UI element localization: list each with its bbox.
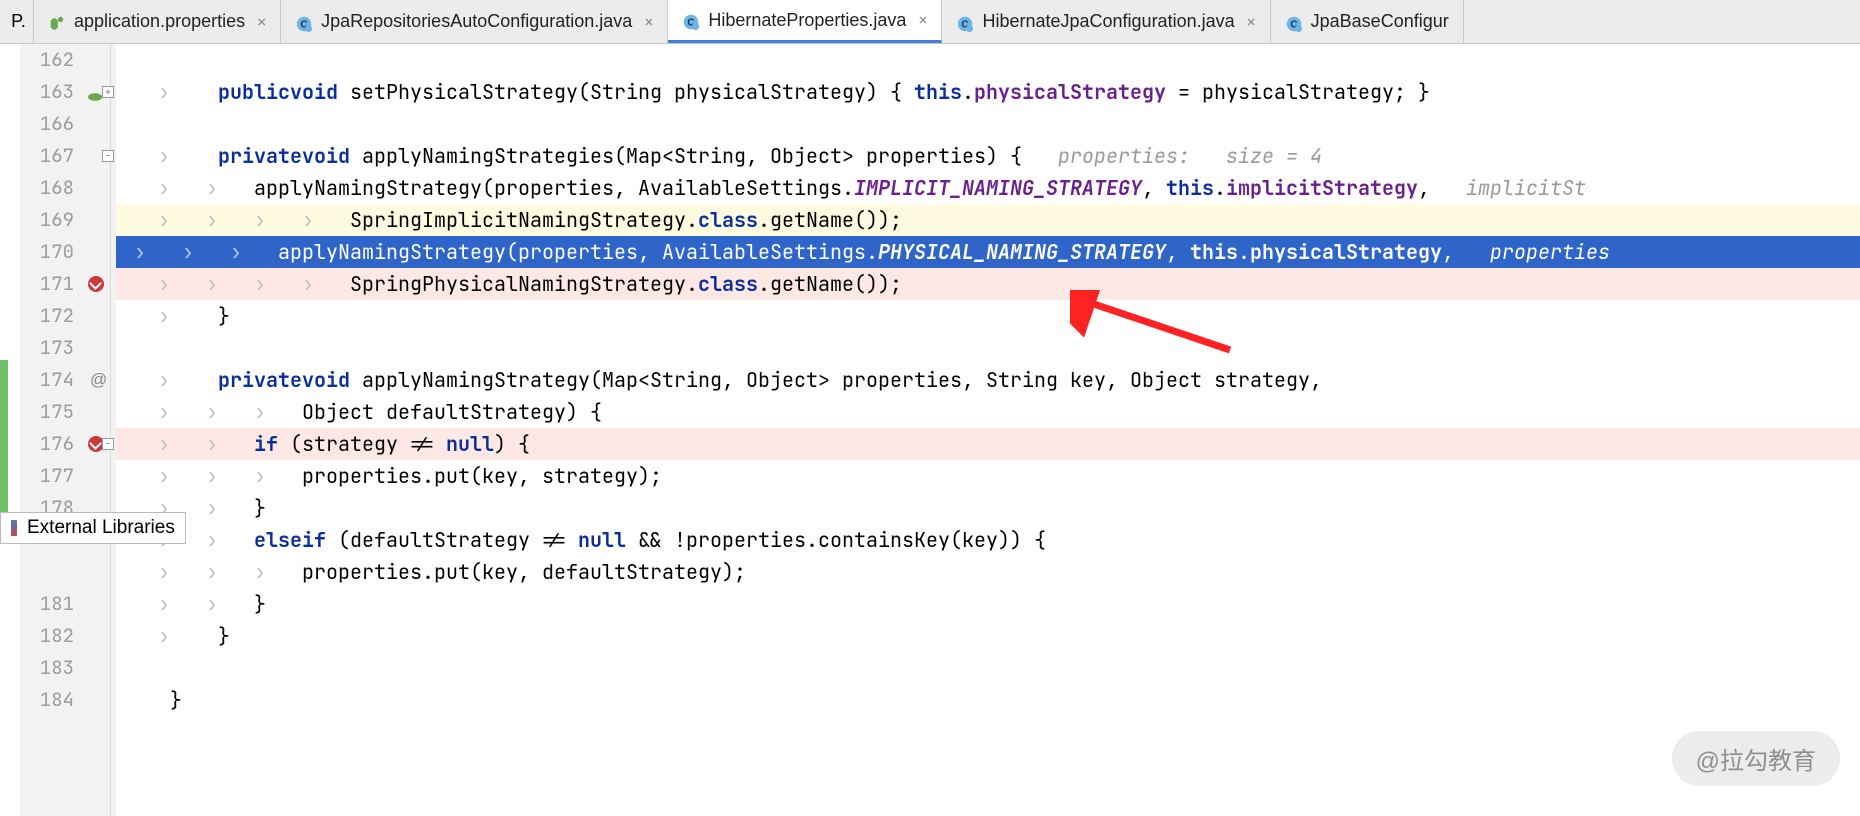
- code-line[interactable]: [116, 44, 1860, 76]
- code-line[interactable]: › private void applyNamingStrategy(Map<S…: [116, 364, 1860, 396]
- code-line[interactable]: › › }: [116, 588, 1860, 620]
- code-line[interactable]: › › › properties.put(key, strategy);: [116, 460, 1860, 492]
- tab-label: JpaRepositoriesAutoConfiguration.java: [321, 11, 632, 32]
- fold-icon[interactable]: −: [102, 150, 114, 162]
- code-line[interactable]: › › applyNamingStrategy(properties, Avai…: [116, 172, 1860, 204]
- line-number[interactable]: 171: [20, 268, 74, 300]
- file-icon: C: [1285, 13, 1303, 31]
- editor-area: 1621631661671681691701711721731741751761…: [0, 44, 1860, 816]
- gutter-marks[interactable]: + − @ −: [80, 44, 116, 816]
- tab-3[interactable]: C HibernateJpaConfiguration.java ✕: [942, 0, 1270, 43]
- line-number[interactable]: 175: [20, 396, 74, 428]
- code-line[interactable]: › › else if (defaultStrategy != null && …: [116, 524, 1860, 556]
- close-icon[interactable]: ✕: [257, 12, 266, 32]
- editor-tabs: P. application.properties ✕ C JpaRepositori…: [0, 0, 1860, 44]
- file-icon: [48, 13, 66, 31]
- line-number-gutter[interactable]: 1621631661671681691701711721731741751761…: [20, 44, 80, 816]
- annotation-icon: @: [90, 370, 107, 390]
- line-number[interactable]: 163: [20, 76, 74, 108]
- line-number[interactable]: 174: [20, 364, 74, 396]
- close-icon[interactable]: ✕: [1247, 12, 1256, 32]
- code-line[interactable]: › }: [116, 620, 1860, 652]
- line-number[interactable]: 173: [20, 332, 74, 364]
- code-line[interactable]: › › › Object defaultStrategy) {: [116, 396, 1860, 428]
- line-number[interactable]: 168: [20, 172, 74, 204]
- code-line[interactable]: › public void setPhysicalStrategy(String…: [116, 76, 1860, 108]
- code-line[interactable]: › › if (strategy != null) {: [116, 428, 1860, 460]
- tab-label: application.properties: [74, 11, 245, 32]
- code-line[interactable]: [116, 108, 1860, 140]
- tab-label: HibernateProperties.java: [708, 10, 906, 31]
- breakpoint-icon[interactable]: [88, 276, 104, 292]
- line-number[interactable]: 172: [20, 300, 74, 332]
- left-strip: [0, 44, 20, 816]
- close-icon[interactable]: ✕: [918, 10, 927, 30]
- line-number[interactable]: 181: [20, 588, 74, 620]
- code-area[interactable]: › public void setPhysicalStrategy(String…: [116, 44, 1860, 816]
- line-number[interactable]: 184: [20, 684, 74, 716]
- line-number[interactable]: 162: [20, 44, 74, 76]
- code-line[interactable]: [116, 332, 1860, 364]
- watermark: @拉勾教育: [1672, 731, 1840, 786]
- code-line[interactable]: › › › applyNamingStrategy(properties, Av…: [116, 236, 1860, 268]
- line-number[interactable]: 167: [20, 140, 74, 172]
- line-number[interactable]: [20, 556, 74, 588]
- code-line[interactable]: }: [116, 684, 1860, 716]
- code-line[interactable]: › › }: [116, 492, 1860, 524]
- code-line[interactable]: › › › › SpringPhysicalNamingStrategy.cla…: [116, 268, 1860, 300]
- external-libraries-label: External Libraries: [27, 517, 175, 539]
- tab-2[interactable]: C HibernateProperties.java ✕: [668, 0, 942, 43]
- tab-label: HibernateJpaConfiguration.java: [982, 11, 1234, 32]
- line-number[interactable]: 177: [20, 460, 74, 492]
- code-line[interactable]: › › › › SpringImplicitNamingStrategy.cla…: [116, 204, 1860, 236]
- code-line[interactable]: › }: [116, 300, 1860, 332]
- fold-icon[interactable]: −: [102, 438, 114, 450]
- tab-label: JpaBaseConfigur: [1311, 11, 1449, 32]
- file-icon: C: [956, 13, 974, 31]
- tab-prefix: P.: [4, 0, 34, 43]
- file-icon: C: [682, 11, 700, 29]
- code-line[interactable]: [116, 652, 1860, 684]
- line-number[interactable]: 182: [20, 620, 74, 652]
- line-number[interactable]: 166: [20, 108, 74, 140]
- line-number[interactable]: 183: [20, 652, 74, 684]
- code-line[interactable]: › › › properties.put(key, defaultStrateg…: [116, 556, 1860, 588]
- line-number[interactable]: 169: [20, 204, 74, 236]
- line-number[interactable]: 176: [20, 428, 74, 460]
- code-line[interactable]: › private void applyNamingStrategies(Map…: [116, 140, 1860, 172]
- tab-4[interactable]: C JpaBaseConfigur: [1271, 0, 1464, 43]
- close-icon[interactable]: ✕: [644, 12, 653, 32]
- tab-0[interactable]: application.properties ✕: [34, 0, 281, 43]
- tab-1[interactable]: C JpaRepositoriesAutoConfiguration.java ✕: [281, 0, 668, 43]
- line-number[interactable]: 170: [20, 236, 74, 268]
- file-icon: C: [295, 13, 313, 31]
- external-libraries-popup[interactable]: External Libraries: [0, 512, 186, 544]
- fold-icon[interactable]: +: [102, 86, 114, 98]
